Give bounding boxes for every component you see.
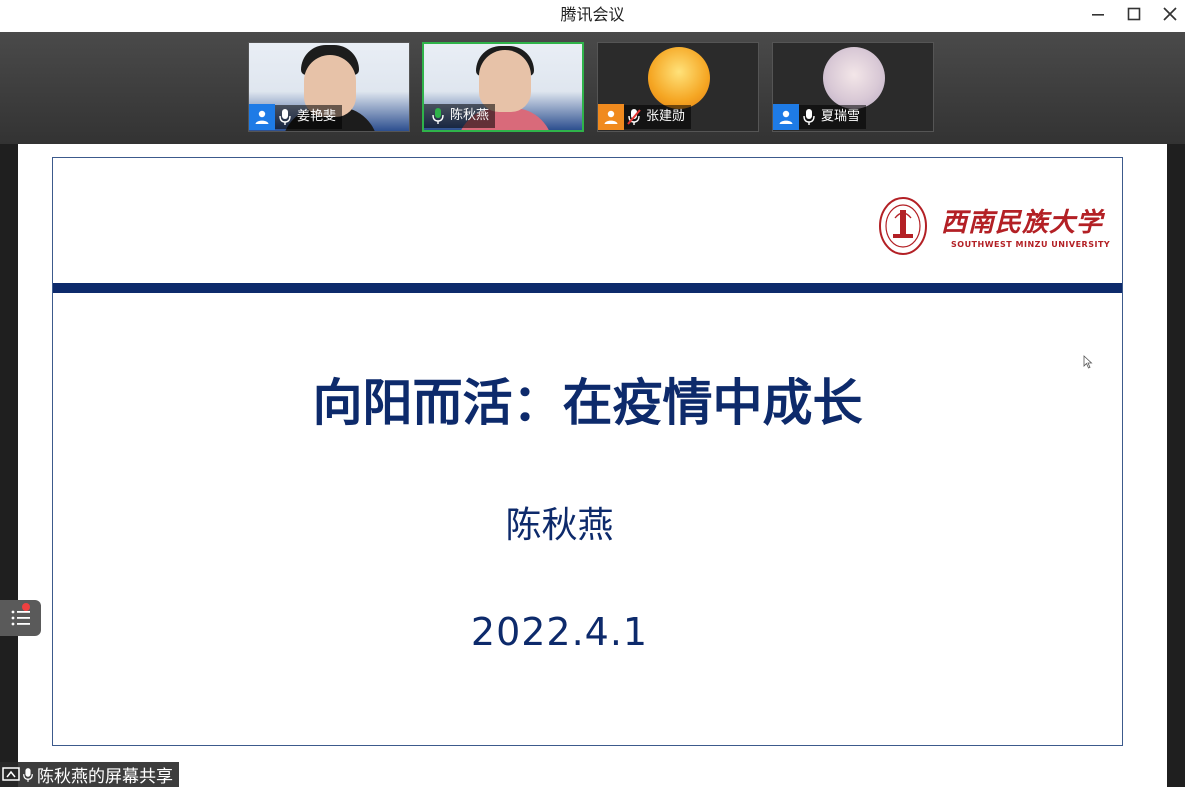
screen-share-badge: 陈秋燕的屏幕共享 (0, 762, 179, 787)
close-icon (1163, 7, 1177, 21)
logo-chinese-name: 西南民族大学 (941, 208, 1104, 238)
participant-tile[interactable]: 夏瑞雪 (772, 42, 934, 132)
participant-name: 陈秋燕 (450, 108, 490, 123)
participant-tile[interactable]: 姜艳斐 (248, 42, 410, 132)
slide-divider-bar (53, 283, 1122, 293)
user-icon (773, 104, 799, 130)
participant-label: 姜艳斐 (249, 103, 343, 131)
maximize-icon (1127, 7, 1141, 21)
participant-label: 张建勋 (598, 103, 692, 131)
window-title: 腾讯会议 (560, 5, 625, 24)
participant-avatar (823, 47, 885, 109)
participant-name: 张建勋 (646, 109, 686, 124)
participant-tile[interactable]: 张建勋 (597, 42, 759, 132)
presentation-slide: 西南民族大学 SOUTHWEST MINZU UNIVERSITY 向阳而活：在… (52, 157, 1123, 746)
participant-label: 陈秋燕 (424, 102, 496, 130)
slide-title: 向阳而活：在疫情中成长 (312, 374, 863, 432)
microphone-icon (275, 104, 295, 130)
logo-english-name: SOUTHWEST MINZU UNIVERSITY (951, 240, 1111, 249)
microphone-icon (23, 767, 33, 782)
participant-name: 夏瑞雪 (821, 109, 861, 124)
university-logo: 西南民族大学 SOUTHWEST MINZU UNIVERSITY (879, 196, 1110, 260)
participant-strip: 姜艳斐 陈秋燕 张建勋 夏瑞雪 (0, 32, 1185, 144)
list-icon (11, 610, 30, 626)
participant-avatar (648, 47, 710, 109)
minimize-button[interactable] (1080, 0, 1116, 28)
title-bar: 腾讯会议 (0, 0, 1185, 32)
user-icon (249, 104, 275, 130)
microphone-active-icon (428, 103, 448, 129)
minimize-icon (1092, 14, 1104, 16)
notification-dot (22, 603, 30, 611)
member-list-button[interactable] (0, 600, 41, 636)
participant-name: 姜艳斐 (297, 109, 337, 124)
participant-label: 夏瑞雪 (773, 103, 867, 131)
maximize-button[interactable] (1116, 0, 1152, 28)
user-icon (598, 104, 624, 130)
shared-screen: 西南民族大学 SOUTHWEST MINZU UNIVERSITY 向阳而活：在… (18, 144, 1167, 787)
close-button[interactable] (1152, 0, 1185, 28)
mouse-cursor-icon (1083, 355, 1093, 369)
microphone-icon (799, 104, 819, 130)
slide-presenter: 陈秋燕 (505, 505, 614, 546)
share-badge-label: 陈秋燕的屏幕共享 (37, 767, 173, 787)
screen-share-icon (2, 766, 20, 781)
microphone-muted-icon (624, 104, 644, 130)
slide-date: 2022.4.1 (470, 610, 649, 654)
participant-tile-active[interactable]: 陈秋燕 (422, 42, 584, 132)
university-seal-icon (879, 197, 927, 255)
